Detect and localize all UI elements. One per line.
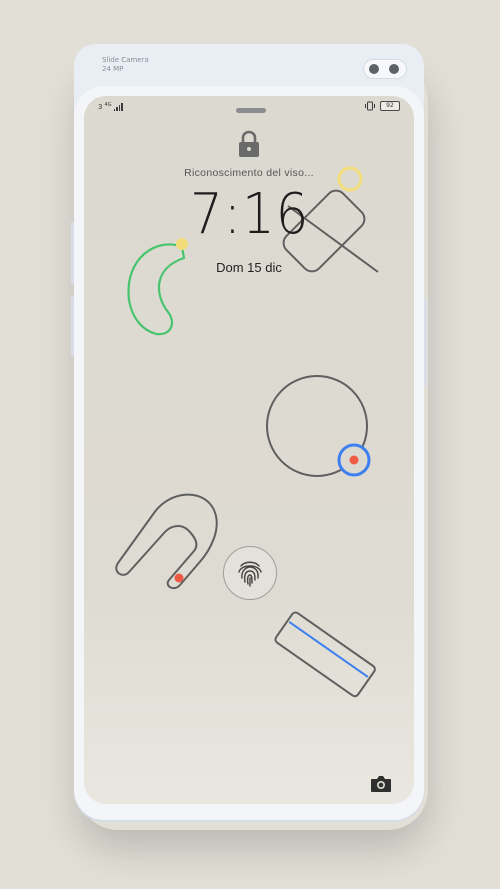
front-cameras — [364, 60, 406, 78]
slide-camera-label: Slide Camera 24 MP — [102, 56, 149, 74]
slide-camera-title: Slide Camera — [102, 56, 149, 64]
lock-icon — [239, 130, 259, 157]
camera-lens-icon — [389, 64, 399, 74]
camera-lens-icon — [369, 64, 379, 74]
wallpaper-outline-arch-shape — [115, 493, 218, 590]
battery-indicator: 92 — [380, 101, 400, 111]
wallpaper-red-dot-shape — [174, 573, 184, 583]
status-bar-right: 92 — [364, 100, 400, 112]
sim-label: 3 — [98, 103, 103, 111]
wallpaper-green-arc-shape — [127, 243, 186, 336]
wallpaper-outline-bar-shape — [274, 611, 376, 698]
lock-screen[interactable]: 3 4G 92 Riconoscimento del viso... 7:16 … — [84, 96, 414, 804]
signal-icon — [113, 103, 123, 111]
wallpaper-yellow-dot-shape — [176, 238, 188, 250]
network-type: 4G — [104, 102, 112, 108]
slide-camera-resolution: 24 MP — [102, 65, 124, 73]
lock-screen-date: Dom 15 dic — [216, 260, 282, 275]
face-recognition-status: Riconoscimento del viso... — [184, 167, 314, 179]
fingerprint-sensor-button[interactable] — [223, 546, 277, 600]
fingerprint-icon — [238, 561, 262, 587]
camera-icon[interactable] — [370, 775, 392, 793]
status-bar-left: 3 4G — [98, 101, 123, 113]
wallpaper-red-dot-shape — [349, 455, 359, 465]
vibrate-icon — [365, 101, 375, 111]
earpiece-speaker — [236, 108, 266, 113]
power-button — [424, 298, 427, 386]
lock-screen-clock: 7:16 — [190, 182, 310, 247]
